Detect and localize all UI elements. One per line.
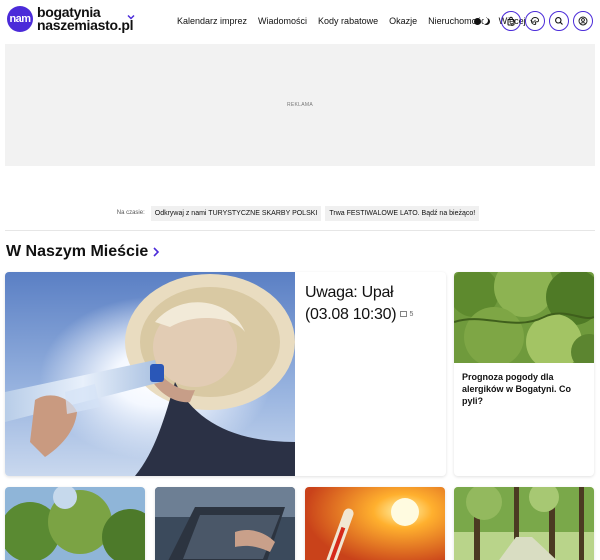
logo-badge: nam bbox=[7, 6, 33, 32]
feature-article-title-text: Uwaga: Upał (03.08 10:30) bbox=[305, 284, 397, 323]
feature-article-title[interactable]: Uwaga: Upał (03.08 10:30) 5 bbox=[305, 282, 440, 326]
feature-article-image[interactable] bbox=[5, 272, 295, 476]
trending-chip-festival[interactable]: Trwa FESTIWALOWE LATO. Bądź na bieżąco! bbox=[325, 205, 480, 221]
comment-count-value: 5 bbox=[409, 311, 414, 319]
section-title-text: W Naszym Mieście bbox=[6, 243, 149, 260]
article-card[interactable] bbox=[454, 487, 594, 560]
comment-icon bbox=[400, 311, 408, 318]
nav-item-coupons[interactable]: Kody rabatowe bbox=[318, 16, 378, 26]
article-card[interactable] bbox=[305, 487, 445, 560]
comment-count[interactable]: 5 bbox=[400, 311, 413, 318]
trending-chip-tourism[interactable]: Odkrywaj z nami TURYSTYCZNE SKARBY POLSK… bbox=[150, 205, 322, 221]
feature-article-card[interactable]: Uwaga: Upał (03.08 10:30) 5 bbox=[5, 272, 446, 476]
logo-wordmark: bogatynia naszemiasto.pl bbox=[37, 5, 134, 33]
nav-item-deals[interactable]: Okazje bbox=[389, 16, 417, 26]
article-image[interactable] bbox=[305, 487, 445, 560]
moon-icon bbox=[483, 17, 490, 25]
site-header: nam bogatynia naszemiasto.pl Kalendarz i… bbox=[0, 0, 600, 44]
dark-mode-dot bbox=[474, 17, 481, 25]
search-button[interactable] bbox=[549, 11, 569, 31]
ad-slot: REKLAMA bbox=[5, 44, 595, 166]
article-image[interactable] bbox=[5, 487, 145, 560]
chevron-right-icon bbox=[153, 247, 160, 257]
paint-icon bbox=[531, 17, 539, 25]
theme-toggle-icon[interactable] bbox=[474, 13, 494, 29]
side-article-image[interactable] bbox=[454, 272, 594, 363]
trending-label: Na czasie: bbox=[116, 210, 145, 216]
side-article-card[interactable]: Prognoza pogody dla alergików w Bogatyni… bbox=[454, 272, 594, 476]
nav-item-news[interactable]: Wiadomości bbox=[258, 16, 307, 26]
side-article-title[interactable]: Prognoza pogody dla alergików w Bogatyni… bbox=[462, 371, 588, 407]
article-card[interactable] bbox=[155, 487, 295, 560]
chevron-down-icon[interactable] bbox=[126, 12, 136, 22]
bag-icon bbox=[507, 16, 515, 26]
bag-button[interactable] bbox=[501, 11, 521, 31]
user-button[interactable] bbox=[573, 11, 593, 31]
trending-bar: Na czasie: Odkrywaj z nami TURYSTYCZNE S… bbox=[0, 204, 600, 222]
divider bbox=[5, 230, 595, 231]
paint-button[interactable] bbox=[525, 11, 545, 31]
nav-item-calendar[interactable]: Kalendarz imprez bbox=[177, 16, 247, 26]
article-card[interactable] bbox=[5, 487, 145, 560]
section-title[interactable]: W Naszym Mieście bbox=[6, 243, 160, 261]
site-logo[interactable]: nam bogatynia naszemiasto.pl bbox=[7, 5, 134, 33]
article-image[interactable] bbox=[155, 487, 295, 560]
logo-line2: naszemiasto.pl bbox=[37, 17, 134, 33]
ad-label: REKLAMA bbox=[287, 102, 313, 108]
user-icon bbox=[578, 16, 588, 26]
search-icon bbox=[555, 17, 563, 25]
article-image[interactable] bbox=[454, 487, 594, 560]
